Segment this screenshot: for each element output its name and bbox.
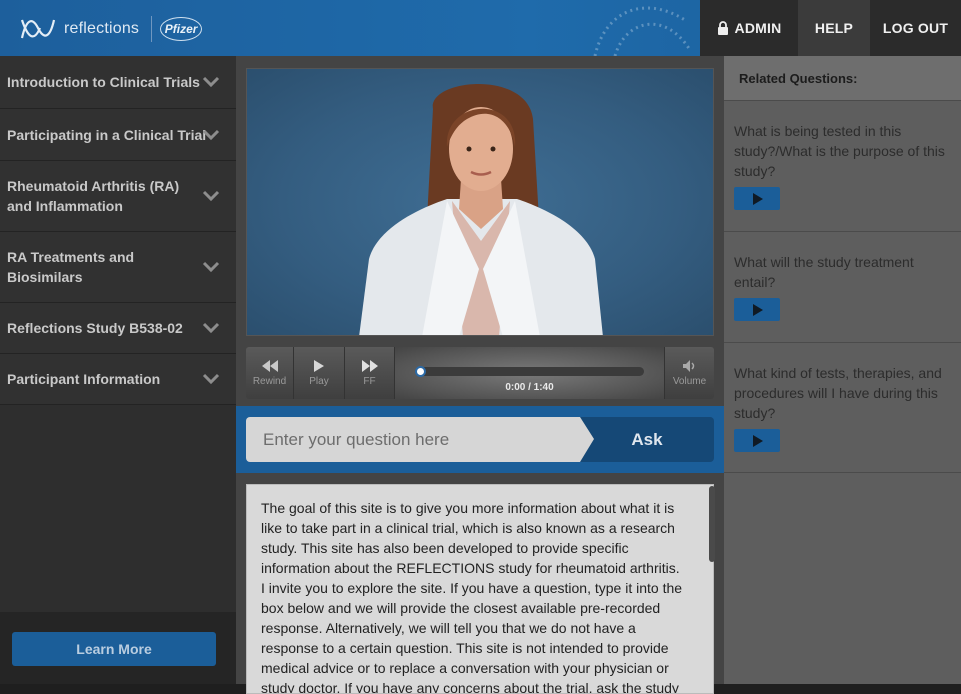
question-input[interactable] — [246, 417, 582, 462]
top-header: reflections Pfizer ADMIN HELP LOG OUT — [0, 0, 961, 56]
play-button[interactable]: Play — [294, 347, 345, 399]
ask-button[interactable]: Ask — [580, 417, 714, 462]
related-questions-panel: Related Questions: What is being tested … — [724, 56, 961, 684]
sidebar-item-label: RA Treatments and Biosimilars — [7, 249, 135, 285]
chevron-down-icon — [202, 373, 220, 385]
sidebar-item-label: Reflections Study B538-02 — [7, 320, 183, 336]
sidebar-item-participating[interactable]: Participating in a Clinical Trial — [0, 109, 236, 161]
play-question-button[interactable] — [734, 298, 780, 321]
chevron-down-icon — [202, 322, 220, 334]
play-label: Play — [309, 376, 329, 387]
time-display: 0:00 / 1:40 — [505, 382, 554, 393]
doctor-video-frame — [359, 84, 603, 335]
sidebar-item-label: Participating in a Clinical Trial — [7, 126, 207, 143]
sidebar-item-label: Introduction to Clinical Trials — [7, 74, 200, 90]
chevron-down-icon — [202, 190, 220, 202]
related-panel-empty — [724, 472, 961, 684]
fast-forward-icon — [361, 360, 378, 372]
logo-divider — [151, 16, 153, 42]
top-nav: ADMIN HELP LOG OUT — [700, 0, 961, 56]
sidebar-item-ra-treatments[interactable]: RA Treatments and Biosimilars — [0, 232, 236, 303]
play-icon — [314, 360, 324, 372]
related-question-item[interactable]: What kind of tests, therapies, and proce… — [724, 342, 961, 472]
intro-scrollbar[interactable] — [709, 486, 715, 562]
related-question-text: What will the study treatment entail? — [734, 254, 914, 290]
sidebar-item-label: Participant Information — [7, 371, 161, 387]
lock-icon — [717, 21, 728, 35]
reflections-logo[interactable]: reflections Pfizer — [18, 12, 203, 46]
volume-label: Volume — [672, 376, 707, 387]
sidebar-item-reflections-study[interactable]: Reflections Study B538-02 — [0, 303, 236, 354]
intro-text: The goal of this site is to give you mor… — [261, 500, 683, 694]
header-decoration-icon — [593, 6, 692, 56]
timeline-scrubber[interactable]: 0:00 / 1:40 — [395, 347, 664, 399]
pfizer-logo: Pfizer — [160, 17, 203, 41]
reflections-logo-icon — [20, 19, 56, 39]
related-questions-title: Related Questions: — [724, 56, 961, 100]
play-question-button[interactable] — [734, 429, 780, 452]
admin-label: ADMIN — [734, 20, 782, 36]
learn-more-button[interactable]: Learn More — [12, 632, 216, 666]
sidebar-item-ra-inflammation[interactable]: Rheumatoid Arthritis (RA) and Inflammati… — [0, 161, 236, 232]
sidebar-item-intro[interactable]: Introduction to Clinical Trials — [0, 56, 236, 109]
related-question-item[interactable]: What will the study treatment entail? — [724, 231, 961, 342]
related-question-item[interactable]: What is being tested in this study?/What… — [724, 100, 961, 231]
player-controls: Rewind Play FF 0:00 / 1:40 Volume — [246, 347, 714, 399]
intro-text-box[interactable]: The goal of this site is to give you mor… — [246, 484, 714, 694]
ask-question-bar: Ask — [236, 406, 724, 473]
logout-button[interactable]: LOG OUT — [870, 0, 961, 56]
ask-arrow-decoration — [580, 417, 594, 462]
related-question-text: What is being tested in this study?/What… — [734, 123, 945, 179]
sidebar-item-label: Rheumatoid Arthritis (RA) and Inflammati… — [7, 178, 180, 214]
rewind-button[interactable]: Rewind — [246, 347, 294, 399]
video-player[interactable] — [246, 68, 714, 336]
chevron-down-icon — [202, 76, 220, 88]
progress-handle[interactable] — [415, 366, 426, 377]
chevron-down-icon — [202, 261, 220, 273]
volume-button[interactable]: Volume — [664, 347, 714, 399]
admin-button[interactable]: ADMIN — [700, 0, 798, 56]
related-question-text: What kind of tests, therapies, and proce… — [734, 365, 942, 421]
chevron-down-icon — [202, 129, 220, 140]
play-question-button[interactable] — [734, 187, 780, 210]
sidebar-item-participant-info[interactable]: Participant Information — [0, 354, 236, 405]
main-content: Rewind Play FF 0:00 / 1:40 Volume Ask T — [236, 56, 724, 694]
fast-forward-button[interactable]: FF — [345, 347, 395, 399]
rewind-label: Rewind — [252, 376, 287, 387]
help-button[interactable]: HELP — [798, 0, 870, 56]
sidebar: Introduction to Clinical Trials Particip… — [0, 56, 236, 684]
brand-name: reflections — [64, 20, 140, 37]
volume-icon — [682, 360, 694, 372]
progress-track[interactable] — [415, 367, 644, 376]
rewind-icon — [261, 360, 278, 372]
ff-label: FF — [363, 376, 376, 387]
